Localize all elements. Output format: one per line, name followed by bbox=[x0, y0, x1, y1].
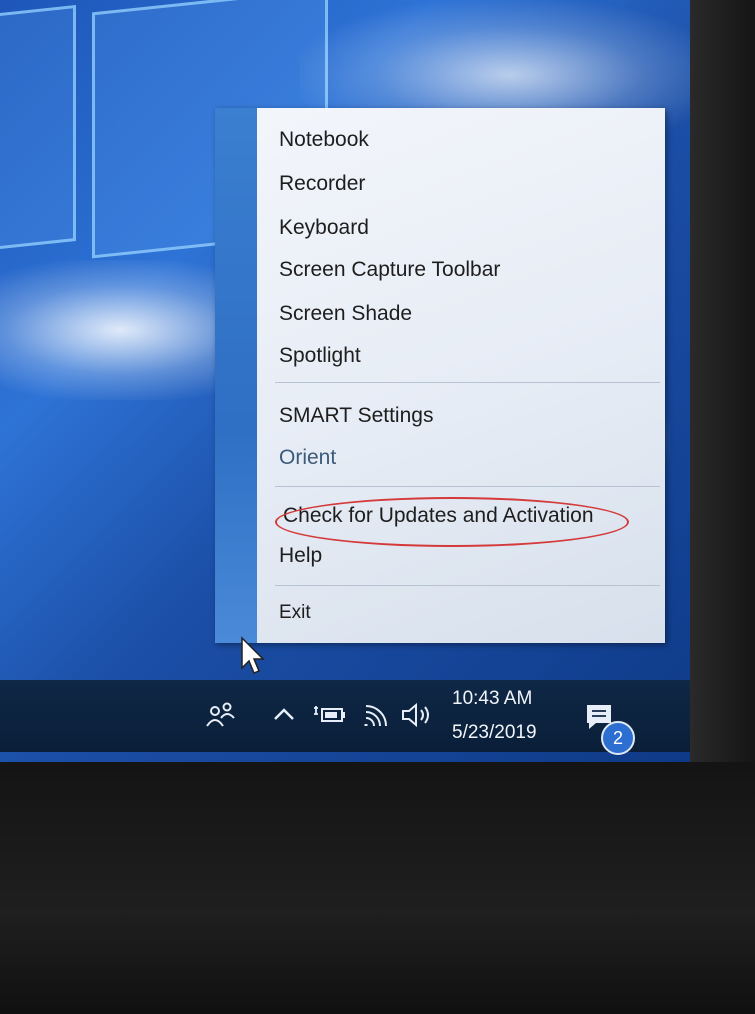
menu-item-help[interactable]: Help bbox=[279, 544, 322, 568]
mouse-cursor-icon bbox=[241, 636, 265, 674]
menu-item-screen-shade[interactable]: Screen Shade bbox=[279, 302, 412, 326]
volume-icon[interactable] bbox=[400, 702, 436, 728]
menu-item-exit[interactable]: Exit bbox=[279, 602, 311, 624]
menu-item-screen-capture-toolbar[interactable]: Screen Capture Toolbar bbox=[279, 258, 500, 282]
battery-icon[interactable] bbox=[312, 704, 346, 726]
menu-separator bbox=[275, 486, 660, 487]
windows-logo-pane-left bbox=[0, 4, 76, 252]
menu-item-spotlight[interactable]: Spotlight bbox=[279, 344, 361, 368]
notification-count-badge: 2 bbox=[601, 721, 635, 755]
menu-item-orient[interactable]: Orient bbox=[279, 446, 336, 470]
menu-item-notebook[interactable]: Notebook bbox=[279, 128, 369, 152]
clock-date[interactable]: 5/23/2019 bbox=[452, 722, 537, 744]
menu-item-recorder[interactable]: Recorder bbox=[279, 172, 365, 196]
clock-time[interactable]: 10:43 AM bbox=[452, 688, 532, 710]
wifi-icon[interactable] bbox=[362, 702, 392, 728]
menu-item-check-for-updates[interactable]: Check for Updates and Activation bbox=[283, 504, 594, 528]
menu-side-strip bbox=[215, 108, 257, 643]
smart-tray-context-menu: Notebook Recorder Keyboard Screen Captur… bbox=[215, 108, 665, 643]
people-icon[interactable] bbox=[205, 700, 237, 728]
chevron-up-icon[interactable] bbox=[272, 706, 296, 722]
menu-separator bbox=[275, 382, 660, 383]
menu-item-keyboard[interactable]: Keyboard bbox=[279, 216, 369, 240]
menu-item-smart-settings[interactable]: SMART Settings bbox=[279, 404, 433, 428]
monitor-bezel-right bbox=[690, 0, 755, 762]
desktop-screen: Notebook Recorder Keyboard Screen Captur… bbox=[0, 0, 690, 762]
menu-separator bbox=[275, 585, 660, 586]
monitor-bezel-bottom bbox=[0, 762, 755, 1014]
